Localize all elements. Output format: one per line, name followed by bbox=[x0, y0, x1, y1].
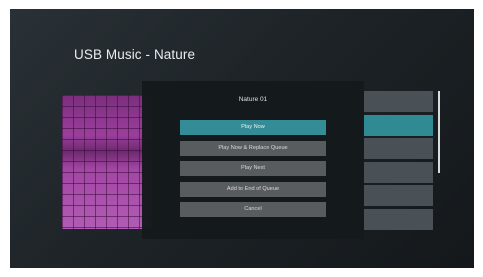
add-to-end-of-queue-button[interactable]: Add to End of Queue bbox=[180, 181, 326, 197]
track-list bbox=[363, 91, 433, 232]
list-item[interactable] bbox=[363, 208, 433, 230]
list-item-highlighted[interactable] bbox=[363, 114, 433, 136]
dialog-title: Nature 01 bbox=[238, 96, 268, 103]
options-dialog: Nature 01 Play Now Play Now & Replace Qu… bbox=[142, 81, 364, 239]
list-item[interactable] bbox=[363, 91, 433, 112]
cancel-button[interactable]: Cancel bbox=[180, 202, 326, 217]
list-item[interactable] bbox=[363, 185, 433, 206]
list-scrollbar[interactable] bbox=[438, 91, 440, 173]
tv-screen: USB Music - Nature Nature 01 Play Now Pl… bbox=[10, 9, 474, 268]
list-item[interactable] bbox=[363, 161, 433, 183]
list-item[interactable] bbox=[363, 138, 433, 159]
options-menu: Play Now Play Now & Replace Queue Play N… bbox=[180, 120, 326, 223]
page-title: USB Music - Nature bbox=[74, 47, 196, 62]
play-now-replace-queue-button[interactable]: Play Now & Replace Queue bbox=[180, 140, 326, 156]
album-artwork bbox=[62, 95, 152, 229]
play-next-button[interactable]: Play Next bbox=[180, 161, 326, 176]
play-now-button[interactable]: Play Now bbox=[180, 120, 326, 135]
